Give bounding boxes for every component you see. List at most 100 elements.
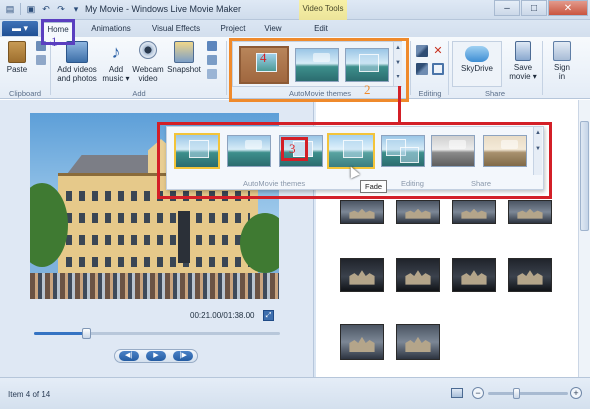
scroll-down-icon[interactable]: ▼ <box>394 57 402 72</box>
previous-frame-button[interactable]: ◀| <box>118 351 139 361</box>
skydrive-cloud-icon <box>465 46 489 62</box>
seek-bar[interactable] <box>34 328 280 339</box>
remove-icon[interactable]: ✕ <box>432 45 444 57</box>
preview-windows-row <box>66 191 250 201</box>
theme-thumb-fade[interactable] <box>345 48 389 82</box>
sign-in-button[interactable]: Sign in <box>546 41 578 81</box>
save-movie-button[interactable]: Save movie ▾ <box>508 41 538 81</box>
app-menu-icon[interactable]: ▤ <box>4 3 16 15</box>
snapshot-button[interactable]: Snapshot <box>166 41 202 74</box>
theme-sun-icon <box>500 139 518 149</box>
save-icon[interactable]: ▣ <box>25 3 37 15</box>
zoom-out-button[interactable]: − <box>472 387 484 399</box>
group-separator <box>226 41 227 95</box>
title-icon[interactable] <box>207 41 217 51</box>
themes-gallery-scroll[interactable]: ▲ ▼ ▾ <box>393 42 402 86</box>
minimize-button[interactable]: – <box>494 0 520 16</box>
expanded-share-label: Share <box>471 179 492 188</box>
add-music-button[interactable]: ♪ Add music ▾ <box>102 41 130 83</box>
zoom-slider-thumb[interactable] <box>513 388 520 399</box>
customize-qat-icon[interactable]: ▾ <box>70 3 82 15</box>
zoom-in-button[interactable]: + <box>570 387 582 399</box>
storyboard-scrollbar[interactable] <box>578 100 590 377</box>
annotation-number-3: 3 <box>289 141 296 156</box>
theme-option-fade[interactable] <box>327 133 375 169</box>
tab-home[interactable]: Home <box>42 22 74 37</box>
theme-option-default[interactable] <box>174 133 220 169</box>
play-button[interactable]: ▶ <box>145 351 166 361</box>
annotation-number-2: 2 <box>364 82 371 97</box>
webcam-video-button[interactable]: Webcam video <box>132 41 164 83</box>
next-frame-button[interactable]: |▶ <box>173 351 194 361</box>
sign-in-label-line1: Sign <box>553 63 570 72</box>
cut-icon[interactable] <box>36 41 46 51</box>
window-title: My Movie - Windows Live Movie Maker <box>85 4 242 14</box>
storyboard-clip[interactable] <box>396 324 440 360</box>
skydrive-button[interactable]: SkyDrive <box>455 46 499 73</box>
storyboard-clip[interactable] <box>452 200 496 224</box>
storyboard-clip[interactable] <box>508 200 552 224</box>
editing-group-label: Editing <box>418 89 442 98</box>
theme-option-pan-zoom[interactable] <box>381 135 425 167</box>
storyboard-clip[interactable] <box>508 258 552 292</box>
copy-icon[interactable] <box>36 55 46 65</box>
group-separator <box>542 41 543 95</box>
theme-film-icon <box>399 146 419 164</box>
add-music-label-line1: Add <box>108 65 124 74</box>
expanded-themes-label: AutoMovie themes <box>243 179 306 188</box>
undo-icon[interactable]: ↶ <box>40 3 52 15</box>
maximize-button[interactable]: □ <box>521 0 547 16</box>
seek-bar-fill <box>34 332 86 335</box>
preview-timecode: 00:21.00/01:38.00 <box>190 311 255 320</box>
scroll-up-icon[interactable]: ▲ <box>394 42 402 57</box>
scroll-up-icon[interactable]: ▲ <box>534 127 542 143</box>
tab-visual-effects[interactable]: Visual Effects <box>146 22 206 37</box>
expand-gallery-icon[interactable]: ▾ <box>394 71 402 86</box>
theme-option-cinematic[interactable] <box>279 135 323 167</box>
storyboard-clip[interactable] <box>340 200 384 224</box>
theme-thumb-cinematic[interactable] <box>295 48 339 82</box>
rotate-left-icon[interactable] <box>416 45 428 57</box>
storyboard-view-icon[interactable] <box>451 388 463 398</box>
redo-icon[interactable]: ↷ <box>55 3 67 15</box>
theme-sun-icon <box>244 139 262 149</box>
rotate-right-icon[interactable] <box>416 63 428 75</box>
tab-edit[interactable]: Edit <box>306 22 336 37</box>
annotation-number-1: 1 <box>51 34 58 49</box>
status-bar: Item 4 of 14 − + <box>0 377 590 409</box>
storyboard-scroll-thumb[interactable] <box>580 121 589 231</box>
annotation-number-4: 4 <box>260 50 267 65</box>
movie-maker-menu-button[interactable]: ▬ ▾ <box>2 21 38 36</box>
expanded-gallery-scroll[interactable]: ▲ ▼ <box>533 127 542 175</box>
preview-windows-row <box>66 235 250 245</box>
scroll-down-icon[interactable]: ▼ <box>534 143 542 159</box>
ribbon-tab-row: ▬ ▾ Home Animations Visual Effects Proje… <box>0 20 590 37</box>
close-button[interactable]: ✕ <box>548 0 588 16</box>
title-bar: ▤ ▣ ↶ ↷ ▾ My Movie - Windows Live Movie … <box>0 0 590 20</box>
select-all-icon[interactable] <box>432 63 444 75</box>
expand-preview-icon[interactable]: ⤢ <box>263 310 274 321</box>
storyboard-clip[interactable] <box>340 258 384 292</box>
seek-bar-thumb[interactable] <box>81 328 91 339</box>
automovie-group-label: AutoMovie themes <box>288 89 352 98</box>
theme-option-black-white[interactable] <box>431 135 475 167</box>
tab-project[interactable]: Project <box>214 22 252 37</box>
caption-icon[interactable] <box>207 55 217 65</box>
storyboard-clip[interactable] <box>452 258 496 292</box>
credits-icon[interactable] <box>207 69 217 79</box>
tab-animations[interactable]: Animations <box>84 22 138 37</box>
theme-film-icon <box>343 140 364 158</box>
paste-button[interactable]: Paste <box>4 41 30 74</box>
add-group-label: Add <box>132 89 146 98</box>
storyboard-clip[interactable] <box>340 324 384 360</box>
tab-view[interactable]: View <box>258 22 288 37</box>
theme-option-sepia[interactable] <box>483 135 527 167</box>
automovie-themes-gallery: ▲ ▼ ▾ <box>232 41 402 87</box>
zoom-slider[interactable] <box>488 388 568 399</box>
add-videos-and-photos-button[interactable]: Add videos and photos <box>54 41 100 83</box>
storyboard-clip[interactable] <box>396 200 440 224</box>
theme-option-contemporary[interactable] <box>227 135 271 167</box>
theme-film-icon <box>189 140 209 158</box>
clipboard-group-label: Clipboard <box>8 89 42 98</box>
storyboard-clip[interactable] <box>396 258 440 292</box>
